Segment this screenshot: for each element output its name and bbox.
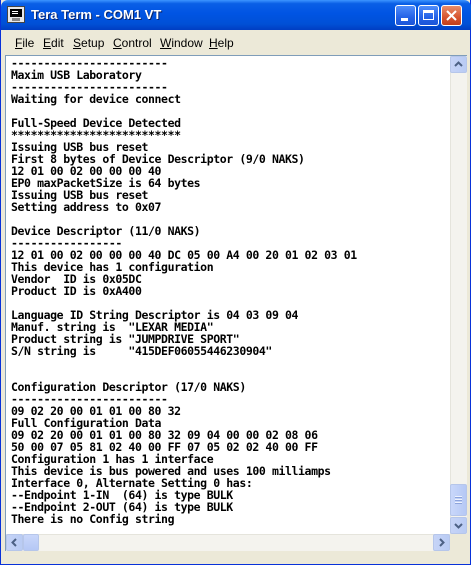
menu-edit[interactable]: Edit — [43, 36, 64, 50]
scroll-down-button[interactable] — [450, 517, 467, 534]
minimize-button[interactable] — [395, 5, 416, 26]
vertical-scrollbar[interactable] — [450, 56, 467, 534]
terminal-line: Product ID is 0xA400 — [11, 284, 142, 298]
terminal-area[interactable]: ------------------------ Maxim USB Labora… — [5, 55, 467, 551]
close-icon — [446, 10, 457, 21]
terminal-line: Waiting for device connect — [11, 92, 181, 106]
arrow-left-icon — [11, 538, 17, 547]
minimize-icon — [401, 18, 408, 21]
scroll-up-button[interactable] — [450, 56, 467, 73]
arrow-right-icon — [439, 538, 445, 547]
terminal-line: S/N string is "415DEF06055446230904" — [11, 344, 272, 358]
terminal-line: Setting address to 0x07 — [11, 200, 162, 214]
terminal-output[interactable]: ------------------------ Maxim USB Labora… — [11, 57, 451, 535]
menu-bar: File Edit Setup Control Window Help — [4, 33, 467, 53]
terminal-line: There is no Config string — [11, 512, 175, 526]
maximize-icon — [423, 10, 434, 20]
scrollbar-corner — [450, 534, 467, 551]
menu-help[interactable]: Help — [209, 36, 234, 50]
title-bar[interactable]: Tera Term - COM1 VT — [1, 0, 471, 30]
arrow-up-icon — [454, 61, 463, 67]
tera-term-app-icon[interactable] — [7, 6, 25, 23]
menu-window[interactable]: Window — [160, 36, 203, 50]
close-button[interactable] — [441, 5, 462, 26]
vertical-scroll-thumb[interactable] — [450, 484, 467, 516]
menu-file[interactable]: File — [15, 36, 34, 50]
maximize-button[interactable] — [418, 5, 439, 26]
menu-setup[interactable]: Setup — [73, 36, 104, 50]
arrow-down-icon — [454, 523, 463, 529]
horizontal-scroll-thumb[interactable] — [23, 534, 39, 551]
horizontal-scrollbar[interactable] — [6, 534, 450, 551]
menu-control[interactable]: Control — [113, 36, 152, 50]
scroll-left-button[interactable] — [6, 534, 23, 551]
scroll-right-button[interactable] — [433, 534, 450, 551]
window-title: Tera Term - COM1 VT — [31, 7, 162, 22]
tera-term-window: Tera Term - COM1 VT File Edit Setup Cont… — [0, 0, 471, 565]
